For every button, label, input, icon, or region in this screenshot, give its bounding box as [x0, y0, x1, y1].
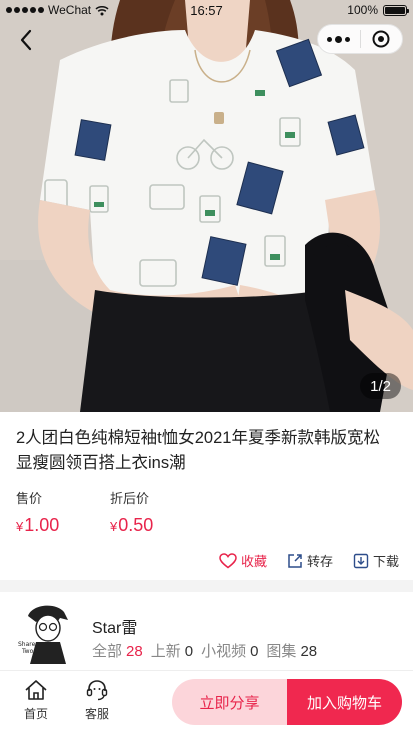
sale-price-value: 1.00	[24, 515, 60, 535]
stat-video-value: 0	[250, 643, 259, 660]
wifi-icon	[95, 5, 109, 15]
sale-currency: ¥	[16, 519, 24, 534]
discount-currency: ¥	[110, 519, 118, 534]
service-label: 客服	[84, 707, 109, 721]
discount-price-label: 折后价	[110, 491, 150, 506]
home-icon	[25, 680, 47, 700]
stat-video[interactable]: 小视频 0	[201, 640, 258, 661]
image-page-indicator: 1/2	[360, 373, 401, 399]
miniprogram-capsule	[317, 24, 403, 54]
home-label: 首页	[23, 707, 48, 721]
carrier-label: WeChat	[48, 3, 92, 17]
more-options-button[interactable]	[318, 25, 360, 53]
stat-new-value: 0	[184, 643, 194, 660]
signal-icon	[6, 7, 44, 13]
heart-icon	[219, 552, 237, 568]
battery-icon	[383, 4, 409, 16]
section-divider	[0, 580, 413, 592]
stat-new[interactable]: 上新 0	[151, 640, 193, 661]
stat-all-label: 全部	[92, 643, 123, 660]
discount-price-block: 折后价 ¥0.50	[110, 488, 153, 536]
discount-price-value: 0.50	[118, 515, 154, 535]
customer-service-icon	[86, 680, 108, 701]
product-info: 2人团白色纯棉短袖t恤女2021年夏季新款韩版宽松显瘦圆领百搭上衣ins潮 售价…	[0, 412, 413, 580]
forward-button[interactable]: 转存	[287, 551, 333, 570]
shop-stats: 全部 28 上新 0 小视频 0 图集 28	[92, 640, 317, 661]
sale-price-block: 售价 ¥1.00	[16, 488, 59, 536]
cta-button-group: 立即分享 加入购物车	[172, 679, 402, 725]
status-bar: WeChat 16:57 100%	[0, 0, 413, 20]
product-image-carousel[interactable]	[0, 0, 413, 412]
download-icon	[353, 553, 369, 568]
clock: 16:57	[190, 2, 223, 18]
back-button[interactable]	[12, 26, 40, 54]
stat-all-value: 28	[126, 643, 143, 660]
favorite-button[interactable]: 收藏	[219, 551, 267, 570]
discount-price: ¥0.50	[110, 515, 153, 536]
battery-percent: 100%	[347, 3, 378, 17]
download-label: 下载	[372, 554, 399, 569]
avatar-text-share: Share	[18, 641, 36, 648]
home-tab[interactable]: 首页	[14, 679, 58, 722]
bottom-action-bar: 首页 客服 立即分享 加入购物车	[0, 670, 413, 735]
sale-price: ¥1.00	[16, 515, 59, 536]
stat-album-value: 28	[300, 643, 318, 660]
shop-info[interactable]: Share Two Star雷 全部 28 上新 0 小视频 0 图集 28	[0, 592, 413, 670]
forward-label: 转存	[306, 554, 333, 569]
stat-new-label: 上新	[150, 643, 181, 660]
sale-price-label: 售价	[16, 491, 43, 506]
service-tab[interactable]: 客服	[75, 679, 119, 722]
stat-album-label: 图集	[266, 643, 297, 660]
product-title: 2人团白色纯棉短袖t恤女2021年夏季新款韩版宽松显瘦圆领百搭上衣ins潮	[16, 429, 380, 472]
chevron-left-icon	[20, 29, 32, 51]
stat-album[interactable]: 图集 28	[266, 640, 317, 661]
close-miniprogram-button[interactable]	[360, 25, 402, 53]
download-button[interactable]: 下载	[353, 551, 399, 570]
shop-name: Star雷	[92, 620, 138, 637]
more-icon	[327, 35, 351, 43]
product-actions: 收藏 转存 下载	[219, 551, 399, 570]
stat-video-label: 小视频	[201, 643, 247, 660]
favorite-label: 收藏	[240, 554, 267, 569]
avatar-text-two: Two	[21, 648, 34, 655]
target-close-icon	[372, 30, 390, 48]
stat-all[interactable]: 全部 28	[92, 640, 143, 661]
add-to-cart-button[interactable]: 加入购物车	[287, 679, 402, 725]
product-photo	[0, 0, 413, 412]
share-now-button[interactable]: 立即分享	[172, 679, 287, 725]
shop-avatar[interactable]: Share Two	[16, 602, 72, 664]
share-edit-icon	[288, 553, 302, 568]
